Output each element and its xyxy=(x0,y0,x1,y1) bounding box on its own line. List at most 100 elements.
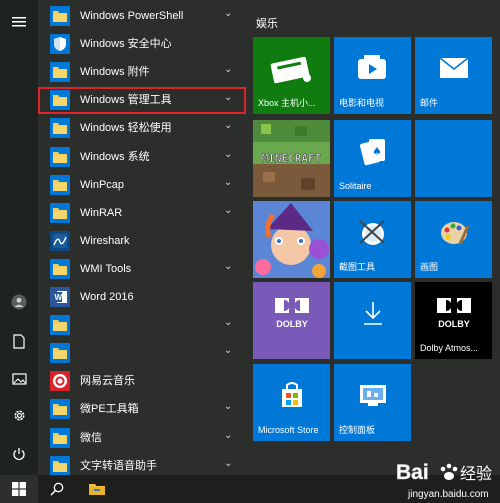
start-tile[interactable]: 电影和电视 xyxy=(334,37,411,114)
chevron-down-icon[interactable]: ⌄ xyxy=(224,64,232,75)
chevron-down-icon[interactable]: ⌄ xyxy=(224,345,232,356)
user-icon[interactable] xyxy=(0,284,38,320)
app-list-item[interactable]: W Word 2016 xyxy=(38,283,250,311)
tile-label: 画图 xyxy=(420,262,439,272)
folder-icon xyxy=(50,202,70,223)
folder-icon xyxy=(50,427,70,448)
folder-icon xyxy=(50,146,70,167)
app-list-item[interactable]: WinRAR ⌄ xyxy=(38,199,250,227)
document-icon[interactable] xyxy=(0,323,38,359)
wireshark-icon xyxy=(50,230,70,251)
app-list-item[interactable]: 微PE工具箱 ⌄ xyxy=(38,395,250,423)
netease-music-icon xyxy=(50,371,70,392)
app-list-item[interactable]: Windows 轻松使用 ⌄ xyxy=(38,114,250,142)
xbox-console-icon xyxy=(253,37,330,99)
start-tile[interactable]: Xbox 主机小... xyxy=(253,37,330,114)
download-icon xyxy=(334,282,411,344)
start-tile[interactable]: 控制面板 xyxy=(334,364,411,441)
folder-icon xyxy=(50,118,70,139)
app-list-item[interactable]: WinPcap ⌄ xyxy=(38,171,250,199)
app-list-item[interactable]: Windows 附件 ⌄ xyxy=(38,58,250,86)
start-tile[interactable] xyxy=(334,282,411,359)
settings-icon[interactable] xyxy=(0,397,38,433)
start-rail xyxy=(0,0,38,503)
tile-label: Xbox 主机小... xyxy=(258,98,316,108)
start-tile[interactable] xyxy=(415,120,492,197)
folder-icon xyxy=(50,90,70,111)
app-list-item[interactable]: Wireshark xyxy=(38,227,250,255)
chevron-down-icon[interactable]: ⌄ xyxy=(224,458,232,469)
mail-icon xyxy=(415,37,492,99)
app-name: Word 2016 xyxy=(80,291,134,303)
app-name: Windows 附件 xyxy=(80,66,150,79)
chevron-down-icon[interactable]: ⌄ xyxy=(224,401,232,412)
chevron-down-icon[interactable]: ⌄ xyxy=(224,120,232,131)
watermark-site: jingyan.baidu.com xyxy=(407,489,489,500)
hamburger-menu-icon[interactable] xyxy=(0,4,38,40)
chevron-down-icon[interactable]: ⌄ xyxy=(224,317,232,328)
minecraft-icon: MINECRAFT xyxy=(253,120,330,197)
chevron-down-icon[interactable]: ⌄ xyxy=(224,149,232,160)
word-icon: W xyxy=(50,287,70,307)
power-icon[interactable] xyxy=(0,436,38,472)
start-tile[interactable]: Microsoft Store xyxy=(253,364,330,441)
windows-start-icon[interactable] xyxy=(0,475,38,503)
folder-icon xyxy=(50,6,70,26)
folder-icon xyxy=(50,399,70,420)
app-name: Windows 系统 xyxy=(80,150,150,163)
app-name: Windows 安全中心 xyxy=(80,38,172,51)
app-list-item[interactable]: ⌄ xyxy=(38,311,250,339)
folder-icon xyxy=(50,258,70,279)
app-list-item[interactable]: WMI Tools ⌄ xyxy=(38,255,250,283)
baidu-watermark: Bai 经验 jingyan.baidu.com xyxy=(396,453,498,501)
chevron-down-icon[interactable]: ⌄ xyxy=(224,92,232,103)
dolby-icon: DOLBY xyxy=(253,282,330,344)
chevron-down-icon[interactable]: ⌄ xyxy=(224,8,232,19)
app-list-item[interactable]: 网易云音乐 xyxy=(38,367,250,395)
svg-text:MINECRAFT: MINECRAFT xyxy=(262,152,322,165)
start-tile[interactable]: MINECRAFT xyxy=(253,120,330,197)
app-list-item[interactable]: Windows PowerShell ⌄ xyxy=(38,2,250,30)
app-list-item[interactable]: Windows 安全中心 xyxy=(38,30,250,58)
chevron-down-icon[interactable]: ⌄ xyxy=(224,261,232,272)
chevron-down-icon[interactable]: ⌄ xyxy=(224,430,232,441)
paw-icon xyxy=(440,463,458,480)
folder-icon xyxy=(50,62,70,83)
file-explorer-icon[interactable] xyxy=(80,475,114,503)
app-list: Windows PowerShell ⌄ Windows 安全中心 Windows 附… xyxy=(38,0,250,476)
pictures-icon[interactable] xyxy=(0,361,38,397)
app-name: Windows 管理工具 xyxy=(80,94,172,107)
chevron-down-icon[interactable]: ⌄ xyxy=(224,205,232,216)
snipping-tool-icon xyxy=(334,201,411,263)
app-list-item[interactable]: Windows 系统 ⌄ xyxy=(38,143,250,171)
app-name: 网易云音乐 xyxy=(80,375,135,388)
solitaire-icon: ♠ xyxy=(334,120,411,182)
chevron-down-icon[interactable]: ⌄ xyxy=(224,177,232,188)
app-name: WinPcap xyxy=(80,178,125,191)
tile-label: Microsoft Store xyxy=(258,425,319,435)
store-icon xyxy=(253,364,330,426)
folder-icon xyxy=(50,174,70,195)
start-tile[interactable]: DOLBY xyxy=(253,282,330,359)
folder-icon xyxy=(50,455,70,476)
paint-icon xyxy=(415,201,492,263)
start-tile[interactable]: 画图 xyxy=(415,201,492,278)
start-tile[interactable]: DOLBY Dolby Atmos... xyxy=(415,282,492,359)
folder-icon xyxy=(50,315,70,336)
start-tile[interactable] xyxy=(253,201,330,278)
folder-icon xyxy=(50,343,70,364)
svg-text:DOLBY: DOLBY xyxy=(276,319,308,329)
app-list-item[interactable]: Windows 管理工具 ⌄ xyxy=(38,86,250,114)
app-name: 微信 xyxy=(80,431,102,444)
app-list-item[interactable]: 微信 ⌄ xyxy=(38,424,250,452)
film-tv-icon xyxy=(334,37,411,99)
start-tile[interactable]: ♠ Solitaire xyxy=(334,120,411,197)
app-name: WMI Tools xyxy=(80,262,132,275)
start-tile[interactable]: 邮件 xyxy=(415,37,492,114)
app-name: Wireshark xyxy=(80,234,130,247)
tile-label: Solitaire xyxy=(339,181,372,191)
start-tile[interactable]: 截图工具 xyxy=(334,201,411,278)
search-icon[interactable] xyxy=(40,475,74,503)
app-list-item[interactable]: ⌄ xyxy=(38,339,250,367)
tile-label: 控制面板 xyxy=(339,425,376,435)
